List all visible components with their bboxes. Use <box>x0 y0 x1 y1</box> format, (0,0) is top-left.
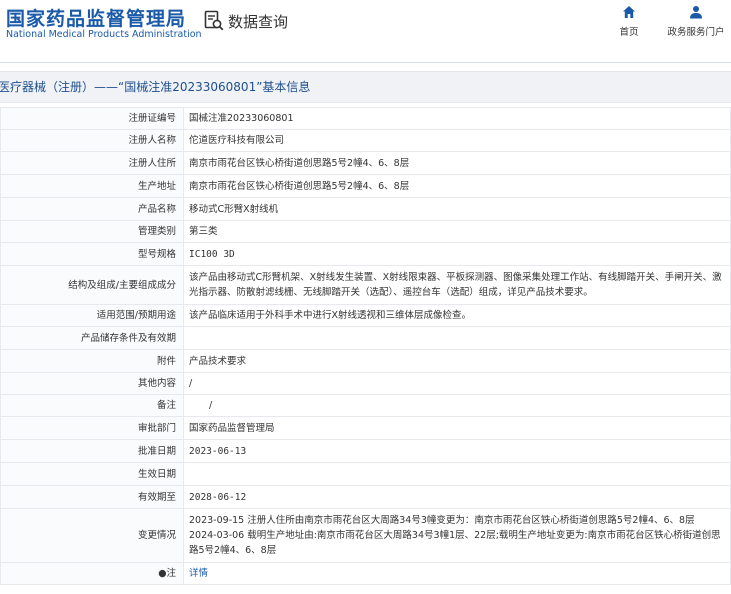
table-row: 产品名称 移动式C形臂X射线机 <box>0 197 731 221</box>
row-value: 产品技术要求 <box>183 349 731 373</box>
row-label: 注册人住所 <box>0 151 184 175</box>
table-row: 管理类别 第三类 <box>0 220 731 243</box>
row-label: 审批部门 <box>0 416 184 440</box>
row-label: 适用范围/预期用途 <box>0 304 184 327</box>
row-label: 变更情况 <box>0 508 184 563</box>
row-label: 注册证编号 <box>0 107 184 130</box>
row-label: 附件 <box>0 349 184 373</box>
table-row: 结构及组成/主要组成成分 该产品由移动式C形臂机架、X射线发生装置、X射线限束器… <box>0 265 731 305</box>
record-title-bar: 医疗器械（注册）——“国械注准20233060801”基本信息 <box>0 71 731 103</box>
row-value <box>183 462 731 486</box>
data-query-heading: 数据查询 <box>204 10 288 32</box>
data-query-title: 数据查询 <box>228 12 289 31</box>
table-row: 生效日期 <box>0 462 731 486</box>
row-value: / <box>183 394 731 417</box>
row-value: 国械注准20233060801 <box>183 107 731 130</box>
home-icon <box>623 6 635 18</box>
table-row: 注册证编号 国械注准20233060801 <box>0 107 731 130</box>
site-header: 国家药品监督管理局 National Medical Products Admi… <box>0 0 731 63</box>
row-value: 该产品由移动式C形臂机架、X射线发生装置、X射线限束器、平板探测器、图像采集处理… <box>183 265 731 305</box>
table-row: 其他内容 / <box>0 372 731 395</box>
row-label: 管理类别 <box>0 220 184 243</box>
table-row: 批准日期 2023-06-13 <box>0 439 731 463</box>
site-logo-cn[interactable]: 国家药品监督管理局 <box>6 4 186 31</box>
remark-value: / <box>209 400 213 411</box>
row-label: 有效期至 <box>0 485 184 509</box>
row-label: 产品储存条件及有效期 <box>0 326 184 350</box>
row-value: / <box>183 372 731 395</box>
nav-portal-label: 政务服务门户 <box>667 27 725 38</box>
details-link[interactable]: 详情 <box>189 568 208 579</box>
row-value <box>183 326 731 350</box>
row-value: 南京市雨花台区铁心桥街道创思路5号2幢4、6、8层 <box>183 151 731 175</box>
table-row: 生产地址 南京市雨花台区铁心桥街道创思路5号2幢4、6、8层 <box>0 174 731 198</box>
row-value: 第三类 <box>183 220 731 243</box>
row-label: 其他内容 <box>0 372 184 395</box>
table-row: 备注 / <box>0 394 731 417</box>
row-label: 生产地址 <box>0 174 184 198</box>
row-value: 2028-06-12 <box>183 485 731 509</box>
nav-portal-link[interactable]: 政务服务门户 <box>664 5 728 38</box>
change-entry: 2023-09-15 注册人住所由南京市雨花台区大周路34号3幢变更为：南京市雨… <box>189 515 695 526</box>
table-row: 变更情况 2023-09-15 注册人住所由南京市雨花台区大周路34号3幢变更为… <box>0 508 731 563</box>
row-label: 产品名称 <box>0 197 184 221</box>
table-row: 审批部门 国家药品监督管理局 <box>0 416 731 440</box>
row-label: ●注 <box>0 562 184 585</box>
row-value: IC100 3D <box>183 242 731 266</box>
row-label: 批准日期 <box>0 439 184 463</box>
row-label: 注册人名称 <box>0 129 184 152</box>
search-document-icon <box>204 10 224 31</box>
row-value: 佗道医疗科技有限公司 <box>183 129 731 152</box>
row-value: 2023-09-15 注册人住所由南京市雨花台区大周路34号3幢变更为：南京市雨… <box>183 508 731 563</box>
row-label: 型号规格 <box>0 242 184 266</box>
table-row: 注册人住所 南京市雨花台区铁心桥街道创思路5号2幢4、6、8层 <box>0 151 731 175</box>
row-value: 移动式C形臂X射线机 <box>183 197 731 221</box>
table-row: 型号规格 IC100 3D <box>0 242 731 266</box>
table-row: 适用范围/预期用途 该产品临床适用于外科手术中进行X射线透视和三维体层成像检查。 <box>0 304 731 327</box>
row-value: 详情 <box>183 562 731 585</box>
row-value: 该产品临床适用于外科手术中进行X射线透视和三维体层成像检查。 <box>183 304 731 327</box>
table-row: 注册人名称 佗道医疗科技有限公司 <box>0 129 731 152</box>
change-entry: 2024-03-06 载明生产地址由:南京市雨花台区大周路34号3幢1层、22层… <box>189 530 721 556</box>
table-row: ●注 详情 <box>0 562 731 585</box>
site-logo-en[interactable]: National Medical Products Administration <box>6 29 202 40</box>
row-value: 国家药品监督管理局 <box>183 416 731 440</box>
row-label: 生效日期 <box>0 462 184 486</box>
row-value: 2023-06-13 <box>183 439 731 463</box>
table-row: 附件 产品技术要求 <box>0 349 731 373</box>
table-row: 有效期至 2028-06-12 <box>0 485 731 509</box>
table-row: 产品储存条件及有效期 <box>0 326 731 350</box>
record-title: 医疗器械（注册）——“国械注准20233060801”基本信息 <box>0 80 311 94</box>
nav-home-link[interactable]: 首页 <box>616 5 642 38</box>
row-value: 南京市雨花台区铁心桥街道创思路5号2幢4、6、8层 <box>183 174 731 198</box>
nav-home-label: 首页 <box>619 27 639 38</box>
row-label: 结构及组成/主要组成成分 <box>0 265 184 305</box>
row-label: 备注 <box>0 394 184 417</box>
user-icon <box>690 6 702 19</box>
registration-info-table: 注册证编号 国械注准20233060801 注册人名称 佗道医疗科技有限公司 注… <box>0 107 731 585</box>
